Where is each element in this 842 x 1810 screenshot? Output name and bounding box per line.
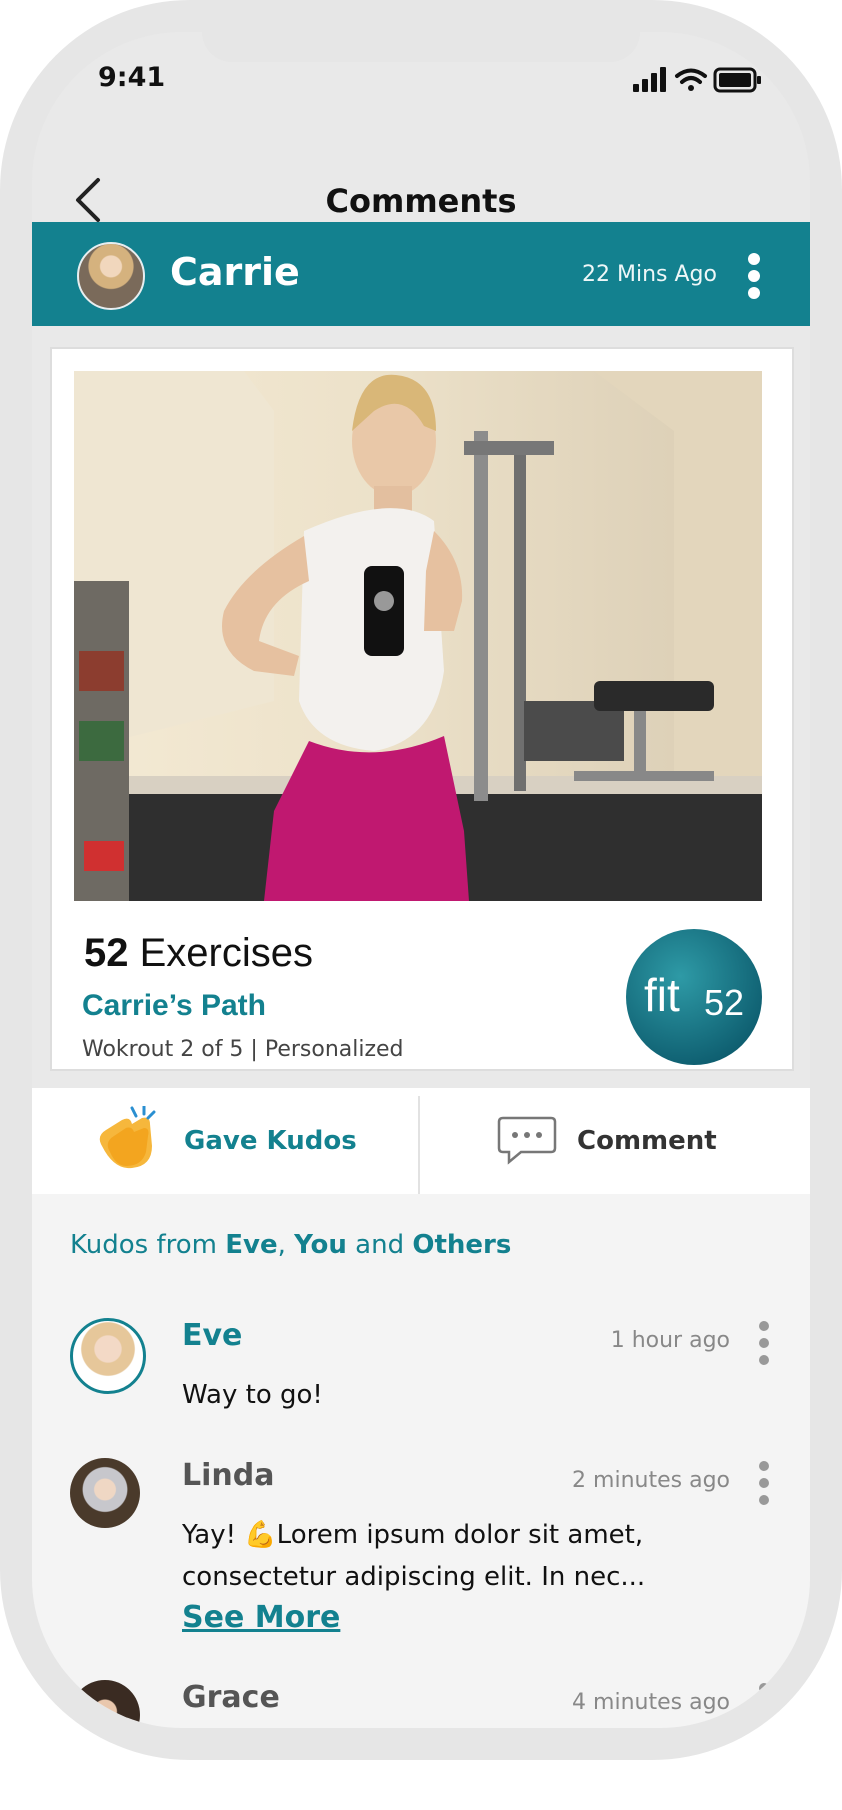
comment-time: 1 hour ago — [610, 1328, 730, 1353]
comment-item: Grace 4 minutes ago — [70, 1680, 770, 1728]
post-header: Carrie 22 Mins Ago — [32, 222, 810, 326]
comment-text: Yay! 💪Lorem ipsum dolor sit amet, consec… — [182, 1520, 646, 1592]
logo-text-num: 52 — [704, 982, 744, 1023]
comment-more-icon[interactable] — [758, 1320, 770, 1366]
actions-row: Gave Kudos Comment — [32, 1088, 810, 1196]
poster-avatar[interactable] — [77, 242, 145, 310]
comment-author[interactable]: Grace — [182, 1680, 280, 1715]
avatar[interactable] — [70, 1318, 146, 1394]
kudos-sep-2: and — [346, 1230, 413, 1260]
post-photo[interactable] — [74, 371, 762, 901]
comment-time: 4 minutes ago — [572, 1690, 730, 1715]
comment-more-icon[interactable] — [758, 1682, 770, 1728]
kudos-summary[interactable]: Kudos from Eve, You and Others — [70, 1230, 511, 1260]
exercise-count-number: 52 — [84, 931, 129, 975]
fit52-logo: fit 52 — [626, 929, 762, 1065]
comment-bubble-icon — [497, 1116, 557, 1165]
avatar[interactable] — [70, 1458, 140, 1528]
poster-name[interactable]: Carrie — [170, 250, 300, 294]
comment-author[interactable]: Linda — [182, 1458, 274, 1493]
post-time: 22 Mins Ago — [582, 262, 717, 287]
status-icons — [633, 67, 761, 93]
see-more-link[interactable]: See More — [182, 1600, 340, 1635]
post-card[interactable]: 52 Exercises Carrie’s Path Wokrout 2 of … — [50, 347, 794, 1071]
comment-item: Linda 2 minutes ago Yay! 💪Lorem ipsum do… — [70, 1458, 770, 1638]
battery-icon — [713, 67, 761, 93]
kudos-name-you[interactable]: You — [294, 1230, 347, 1260]
avatar[interactable] — [70, 1680, 140, 1728]
comment-text: Way to go! — [182, 1380, 323, 1410]
logo-text-fit: fit — [644, 969, 680, 1021]
kudos-label: Gave Kudos — [184, 1126, 357, 1156]
app-screen: 9:41 Comments Carrie 22 Mins Ago 52 Exer… — [32, 32, 810, 1728]
comment-item: Eve 1 hour ago Way to go! — [70, 1318, 770, 1410]
kudos-name-eve[interactable]: Eve — [225, 1230, 277, 1260]
status-time: 9:41 — [98, 62, 166, 93]
post-more-icon[interactable] — [744, 252, 764, 300]
kudos-name-others[interactable]: Others — [412, 1230, 511, 1260]
comment-button[interactable]: Comment — [497, 1106, 757, 1176]
workout-detail: Wokrout 2 of 5 | Personalized — [82, 1037, 404, 1062]
exercise-count-word: Exercises — [139, 931, 314, 975]
kudos-button[interactable]: Gave Kudos — [92, 1106, 372, 1176]
kudos-summary-prefix: Kudos from — [70, 1230, 226, 1260]
comment-label: Comment — [577, 1126, 717, 1156]
kudos-sep-1: , — [277, 1230, 295, 1260]
comment-time: 2 minutes ago — [572, 1468, 730, 1493]
comments-area: Kudos from Eve, You and Others Eve 1 hou… — [32, 1194, 810, 1728]
page-title: Comments — [325, 182, 517, 220]
phone-notch — [202, 32, 640, 62]
comment-author[interactable]: Eve — [182, 1318, 242, 1353]
signal-icon — [633, 67, 666, 92]
exercise-count: 52 Exercises — [84, 931, 313, 976]
comment-more-icon[interactable] — [758, 1460, 770, 1506]
wifi-icon — [675, 68, 707, 91]
clap-icon — [99, 1106, 156, 1169]
actions-divider — [418, 1096, 420, 1196]
path-name[interactable]: Carrie’s Path — [82, 989, 266, 1023]
